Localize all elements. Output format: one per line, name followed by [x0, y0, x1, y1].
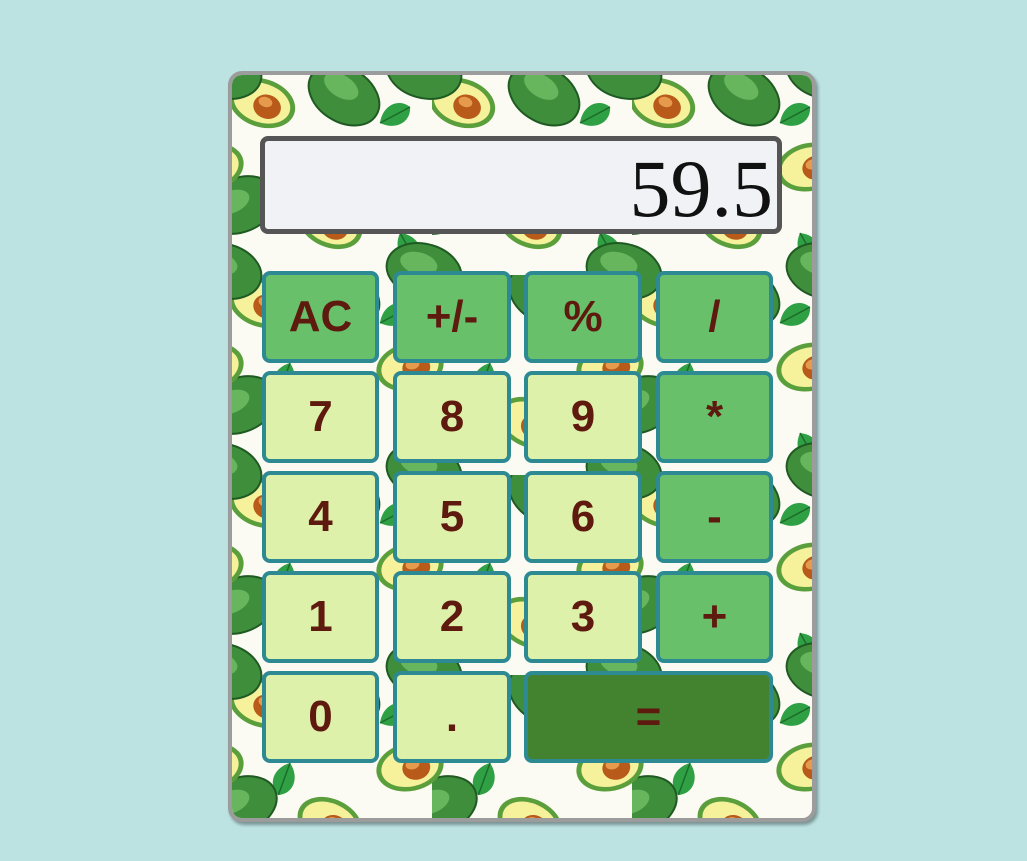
- percent-button[interactable]: %: [524, 271, 642, 363]
- digit-9-button[interactable]: 9: [524, 371, 642, 463]
- digit-8-button[interactable]: 8: [393, 371, 511, 463]
- subtract-button[interactable]: -: [656, 471, 773, 563]
- digit-7-button[interactable]: 7: [262, 371, 379, 463]
- decimal-point-button[interactable]: .: [393, 671, 511, 763]
- digit-1-button[interactable]: 1: [262, 571, 379, 663]
- all-clear-button[interactable]: AC: [262, 271, 379, 363]
- calculator-display: 59.5: [260, 136, 782, 234]
- calculator: 59.5 AC +/- % / 7 8 9 * 4 5 6 - 1 2 3 + …: [228, 71, 816, 822]
- digit-4-button[interactable]: 4: [262, 471, 379, 563]
- equals-button[interactable]: =: [524, 671, 773, 763]
- toggle-sign-button[interactable]: +/-: [393, 271, 511, 363]
- digit-5-button[interactable]: 5: [393, 471, 511, 563]
- digit-2-button[interactable]: 2: [393, 571, 511, 663]
- digit-3-button[interactable]: 3: [524, 571, 642, 663]
- digit-0-button[interactable]: 0: [262, 671, 379, 763]
- multiply-button[interactable]: *: [656, 371, 773, 463]
- display-value: 59.5: [629, 143, 774, 234]
- divide-button[interactable]: /: [656, 271, 773, 363]
- add-button[interactable]: +: [656, 571, 773, 663]
- digit-6-button[interactable]: 6: [524, 471, 642, 563]
